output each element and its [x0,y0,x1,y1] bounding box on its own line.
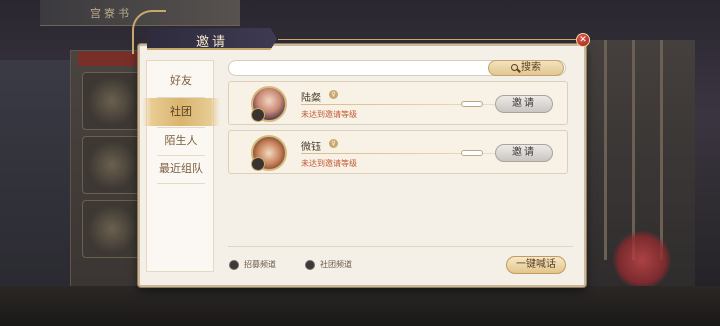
invite-button[interactable]: 邀请 [495,144,553,162]
background-top-text: 宫寮书 [90,7,132,20]
background-slot [82,72,142,130]
nav-item-strangers[interactable]: 陌生人 [147,127,215,155]
recruit-channel-label: 招募频道 [244,260,276,269]
gender-icon: ♀ [329,90,338,99]
background-ground [0,286,720,326]
background-slot [82,136,142,194]
club-channel-label: 社团频道 [320,260,352,269]
avatar-level-badge [251,108,265,122]
card-pin-icon [461,150,483,156]
nav-divider [157,183,205,184]
background-scenery-left [0,60,70,300]
nav-item-friends[interactable]: 好友 [147,67,215,95]
avatar-level-badge [251,157,265,171]
member-status: 未达到邀请等级 [301,110,357,119]
background-slot [82,200,142,258]
member-name: 陆粲 [301,93,321,104]
search-button-label: 搜索 [521,62,541,73]
card-pin-icon [461,101,483,107]
nav-item-club[interactable]: 社团 [142,98,220,126]
member-card: 陆粲 ♀ 未达到邀请等级 邀请 [228,81,568,125]
background-flower [612,230,672,290]
invite-button[interactable]: 邀请 [495,95,553,113]
club-channel-radio[interactable] [305,260,315,270]
side-nav: 好友 社团 陌生人 最近组队 [142,60,220,272]
member-card: 微钰 ♀ 未达到邀请等级 邀请 [228,130,568,174]
search-icon [511,64,518,71]
one-key-shout-button[interactable]: 一键喊话 [506,256,566,274]
background-stripe [632,40,635,260]
member-name: 微钰 [301,142,321,153]
nav-item-recent-team[interactable]: 最近组队 [147,155,215,183]
background-left-tag [78,52,138,66]
member-status: 未达到邀请等级 [301,159,357,168]
dialog-title: 邀请 [196,35,229,50]
background-stripe [660,40,663,260]
top-rail-divider [278,39,578,40]
search-button[interactable]: 搜索 [488,60,564,76]
close-button[interactable]: ✕ [576,33,590,47]
background-stripe [604,40,607,260]
footer-divider [228,246,573,247]
recruit-channel-radio[interactable] [229,260,239,270]
gender-icon: ♀ [329,139,338,148]
